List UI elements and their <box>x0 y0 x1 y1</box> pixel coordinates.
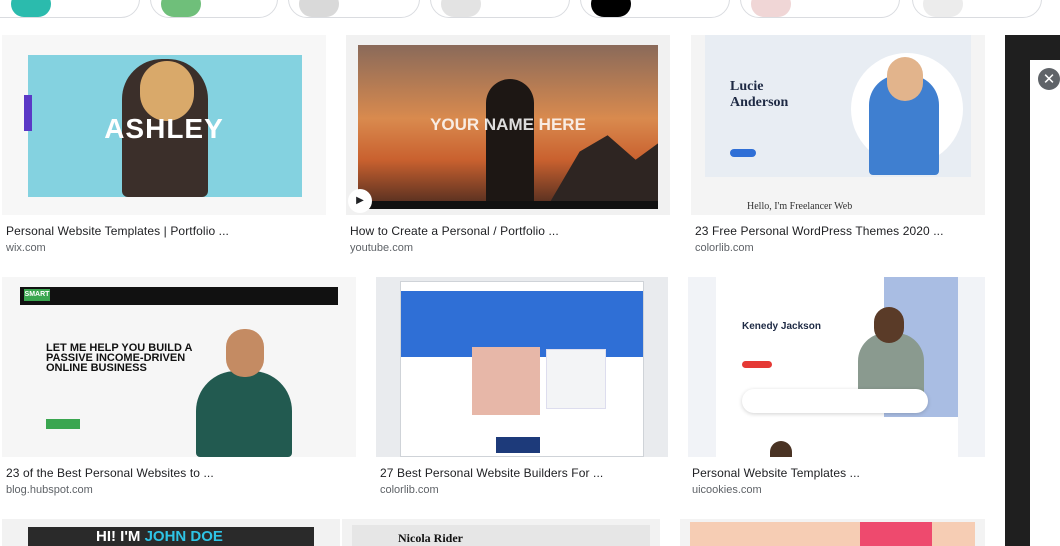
thumbnail-heading: Nicola Rider <box>398 531 463 545</box>
result-source[interactable]: blog.hubspot.com <box>6 484 93 496</box>
result-thumbnail[interactable]: YOUR NAME HERE ▶ <box>346 35 670 215</box>
result-title[interactable]: 27 Best Personal Website Builders For ..… <box>380 466 603 480</box>
thumbnail-logo: SMART <box>24 289 50 301</box>
result-thumbnail[interactable]: Kenedy Jackson <box>688 277 985 457</box>
thumbnail-person-head <box>226 329 264 377</box>
close-icon[interactable]: ✕ <box>1038 68 1060 90</box>
preview-panel-body <box>1030 60 1060 546</box>
chip-thumbnail <box>923 0 963 17</box>
thumbnail-footer <box>496 437 540 453</box>
result-thumbnail[interactable]: Nicola Rider <box>342 519 660 546</box>
image-result[interactable]: Nicola Rider <box>342 519 660 546</box>
thumbnail-heading-part: HI! I'M <box>96 528 141 545</box>
result-thumbnail[interactable]: HI! I'M JOHN DOE <box>2 519 340 546</box>
result-source[interactable]: wix.com <box>6 242 46 254</box>
thumbnail-button <box>46 419 80 429</box>
image-result[interactable] <box>680 519 985 546</box>
result-thumbnail[interactable] <box>376 277 668 457</box>
thumbnail-navbar <box>20 287 338 305</box>
thumbnail-heading: YOUR NAME HERE <box>430 115 586 134</box>
chip-thumbnail <box>299 0 339 17</box>
related-search-chip[interactable] <box>912 0 1042 18</box>
thumbnail-subheading: Hello, I'm Freelancer Web <box>747 201 853 212</box>
related-search-chip[interactable] <box>430 0 570 18</box>
thumbnail-person-head <box>140 61 194 121</box>
result-title[interactable]: 23 Free Personal WordPress Themes 2020 .… <box>695 224 944 238</box>
result-title[interactable]: Personal Website Templates | Portfolio .… <box>6 224 229 238</box>
chip-thumbnail <box>751 0 791 17</box>
result-thumbnail[interactable] <box>680 519 985 546</box>
thumbnail-person <box>196 371 292 457</box>
chip-thumbnail <box>11 0 51 17</box>
result-source[interactable]: youtube.com <box>350 242 413 254</box>
image-result[interactable]: Kenedy Jackson Personal Website Template… <box>688 277 985 499</box>
result-source[interactable]: colorlib.com <box>380 484 439 496</box>
thumbnail-hero <box>352 525 650 546</box>
related-search-chip[interactable] <box>150 0 278 18</box>
result-thumbnail[interactable]: ASHLEY <box>2 35 326 215</box>
thumbnail-logo-strip <box>742 389 928 413</box>
result-title[interactable]: Personal Website Templates ... <box>692 466 860 480</box>
thumbnail-heading: ASHLEY <box>104 113 224 144</box>
thumbnail-person <box>486 79 534 209</box>
image-result[interactable]: HI! I'M JOHN DOE <box>2 519 340 546</box>
thumbnail-heading: Lucie Anderson <box>730 79 789 110</box>
image-result[interactable]: ASHLEY Personal Website Templates | Port… <box>2 35 326 257</box>
image-result[interactable]: SMART LET ME HELP YOU BUILD A PASSIVE IN… <box>2 277 356 499</box>
thumbnail-button <box>742 361 772 368</box>
thumbnail-panel <box>546 349 606 409</box>
thumbnail-accent-block <box>860 522 932 546</box>
thumbnail-person-head <box>874 307 904 343</box>
image-result[interactable]: Lucie Anderson Hello, I'm Freelancer Web… <box>691 35 985 257</box>
result-thumbnail[interactable]: SMART LET ME HELP YOU BUILD A PASSIVE IN… <box>2 277 356 457</box>
image-result[interactable]: YOUR NAME HERE ▶ How to Create a Persona… <box>346 35 670 257</box>
thumbnail-hero <box>690 522 975 546</box>
thumbnail-person-head <box>887 57 923 101</box>
chip-thumbnail <box>161 0 201 17</box>
related-search-chip[interactable] <box>580 0 730 18</box>
result-source[interactable]: uicookies.com <box>692 484 762 496</box>
thumbnail-heading: LET ME HELP YOU BUILD A PASSIVE INCOME-D… <box>46 342 193 374</box>
chip-thumbnail <box>591 0 631 17</box>
result-title[interactable]: 23 of the Best Personal Websites to ... <box>6 466 214 480</box>
result-thumbnail[interactable]: Lucie Anderson Hello, I'm Freelancer Web <box>691 35 985 215</box>
image-result[interactable]: 27 Best Personal Website Builders For ..… <box>376 277 668 499</box>
thumbnail-avatar <box>770 441 792 457</box>
thumbnail-heading: Kenedy Jackson <box>742 321 821 332</box>
thumbnail-heading-highlight: JOHN DOE <box>144 528 223 545</box>
related-searches-strip <box>0 0 1060 22</box>
thumbnail-button <box>730 149 756 157</box>
video-taskbar <box>358 201 658 209</box>
thumbnail-photo <box>472 347 540 415</box>
related-search-chip[interactable] <box>288 0 420 18</box>
play-icon[interactable]: ▶ <box>348 189 372 213</box>
related-search-chip[interactable] <box>740 0 900 18</box>
result-source[interactable]: colorlib.com <box>695 242 754 254</box>
thumbnail-heading: HI! I'M JOHN DOE <box>96 528 223 545</box>
chip-thumbnail <box>441 0 481 17</box>
result-title[interactable]: How to Create a Personal / Portfolio ... <box>350 224 559 238</box>
related-search-chip[interactable] <box>0 0 140 18</box>
